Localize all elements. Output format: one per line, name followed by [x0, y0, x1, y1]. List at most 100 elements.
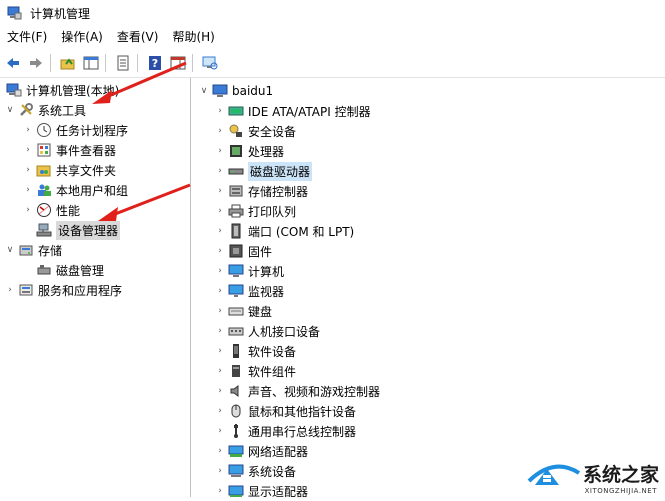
- computer-management-icon: [6, 83, 22, 97]
- chevron-right-icon[interactable]: ›: [214, 465, 226, 477]
- device-category-row[interactable]: › 网络适配器: [214, 441, 308, 461]
- performance-icon: [37, 203, 51, 217]
- tree-event-viewer[interactable]: › 事件查看器: [22, 140, 116, 160]
- chevron-down-icon[interactable]: ∨: [4, 104, 16, 116]
- computer-icon: [228, 264, 244, 277]
- chevron-right-icon[interactable]: ›: [22, 204, 34, 216]
- help-icon: ?: [149, 56, 161, 70]
- toolbar-separator: [50, 54, 51, 72]
- device-category-row[interactable]: › 存储控制器: [214, 181, 308, 201]
- menu-action[interactable]: 操作(A): [54, 26, 110, 48]
- chevron-right-icon[interactable]: ›: [214, 245, 226, 257]
- tree-shared-folders[interactable]: › 共享文件夹: [22, 160, 116, 180]
- device-category-label: 软件设备: [248, 344, 297, 359]
- chevron-right-icon[interactable]: ›: [214, 285, 226, 297]
- scan-hardware-button[interactable]: [200, 53, 220, 73]
- chevron-right-icon[interactable]: ›: [214, 165, 226, 177]
- device-category-row[interactable]: › 通用串行总线控制器: [214, 421, 356, 441]
- chevron-right-icon[interactable]: ›: [214, 225, 226, 237]
- chevron-down-icon[interactable]: ∨: [4, 244, 16, 256]
- folder-up-icon: [60, 58, 75, 70]
- device-root[interactable]: ∨ baidu1: [198, 81, 273, 101]
- printer-icon: [228, 204, 244, 218]
- device-category-label: 固件: [248, 244, 273, 259]
- device-category-row[interactable]: › 鼠标和其他指针设备: [214, 401, 356, 421]
- back-arrow-icon: [7, 58, 19, 68]
- chevron-right-icon[interactable]: ›: [22, 124, 34, 136]
- watermark-url: XITONGZHIJIA.NET: [584, 487, 657, 495]
- processor-icon: [230, 145, 242, 157]
- device-category-row[interactable]: › IDE ATA/ATAPI 控制器: [214, 101, 370, 121]
- device-category-row[interactable]: › 计算机: [214, 261, 284, 281]
- up-folder-button[interactable]: [58, 53, 78, 73]
- device-category-row[interactable]: › 磁盘驱动器: [214, 161, 313, 181]
- device-category-row[interactable]: › 监视器: [214, 281, 284, 301]
- console-tree-icon: [83, 56, 99, 70]
- chevron-right-icon[interactable]: ›: [214, 125, 226, 137]
- device-category-label: 声音、视频和游戏控制器: [248, 384, 381, 399]
- chevron-right-icon[interactable]: ›: [214, 145, 226, 157]
- action-pane-button[interactable]: [168, 53, 188, 73]
- tree-performance[interactable]: › 性能: [22, 200, 80, 220]
- properties-button[interactable]: [113, 53, 133, 73]
- keyboard-icon: [228, 307, 244, 316]
- menu-help[interactable]: 帮助(H): [165, 26, 221, 48]
- chevron-right-icon[interactable]: ›: [214, 485, 226, 497]
- back-button[interactable]: [3, 53, 23, 73]
- chevron-right-icon[interactable]: ›: [214, 185, 226, 197]
- device-category-row[interactable]: › 显示适配器: [214, 481, 308, 501]
- device-category-row[interactable]: › 软件组件: [214, 361, 296, 381]
- device-category-row[interactable]: › 固件: [214, 241, 272, 261]
- forward-arrow-icon: [30, 58, 42, 68]
- help-button[interactable]: ?: [145, 53, 165, 73]
- toolbar: ?: [0, 49, 665, 78]
- chevron-down-icon[interactable]: ∨: [198, 85, 210, 97]
- security-device-icon: [229, 124, 242, 137]
- device-category-label: 端口 (COM 和 LPT): [248, 224, 355, 239]
- usb-icon: [234, 424, 238, 438]
- services-icon: [19, 284, 33, 296]
- tree-local-users[interactable]: › 本地用户和组: [22, 180, 128, 200]
- chevron-right-icon[interactable]: ›: [214, 445, 226, 457]
- chevron-right-icon[interactable]: ›: [214, 325, 226, 337]
- chevron-right-icon[interactable]: ›: [214, 425, 226, 437]
- device-category-label: 软件组件: [248, 364, 297, 379]
- device-category-row[interactable]: › 处理器: [214, 141, 284, 161]
- device-category-row[interactable]: › 端口 (COM 和 LPT): [214, 221, 354, 241]
- device-category-row[interactable]: › 人机接口设备: [214, 321, 320, 341]
- chevron-right-icon[interactable]: ›: [22, 144, 34, 156]
- hid-icon: [228, 327, 244, 336]
- device-category-label: 磁盘驱动器: [248, 161, 313, 181]
- menu-file[interactable]: 文件(F): [0, 26, 54, 48]
- tree-storage[interactable]: ∨ 存储: [4, 240, 62, 260]
- device-category-row[interactable]: › 打印队列: [214, 201, 296, 221]
- chevron-right-icon[interactable]: ›: [214, 345, 226, 357]
- tree-disk-management[interactable]: 磁盘管理: [34, 260, 104, 280]
- device-category-row[interactable]: › 安全设备: [214, 121, 296, 141]
- menu-view[interactable]: 查看(V): [110, 26, 166, 48]
- device-category-row[interactable]: › 键盘: [214, 301, 272, 321]
- show-hide-tree-button[interactable]: [81, 53, 101, 73]
- chevron-right-icon[interactable]: ›: [214, 265, 226, 277]
- device-category-row[interactable]: › 软件设备: [214, 341, 296, 361]
- chevron-right-icon[interactable]: ›: [214, 405, 226, 417]
- chevron-right-icon[interactable]: ›: [214, 105, 226, 117]
- chevron-right-icon[interactable]: ›: [22, 184, 34, 196]
- chevron-right-icon[interactable]: ›: [214, 305, 226, 317]
- chevron-right-icon[interactable]: ›: [22, 164, 34, 176]
- chevron-right-icon[interactable]: ›: [214, 205, 226, 217]
- chevron-right-icon[interactable]: ›: [214, 365, 226, 377]
- tree-root[interactable]: 计算机管理(本地): [4, 80, 119, 100]
- window-title: 计算机管理: [30, 6, 91, 21]
- tree-system-tools[interactable]: ∨ 系统工具: [4, 100, 86, 120]
- tree-task-scheduler[interactable]: › 任务计划程序: [22, 120, 128, 140]
- device-category-label: 安全设备: [248, 124, 297, 139]
- menu-bar: 文件(F) 操作(A) 查看(V) 帮助(H): [0, 26, 665, 48]
- device-category-row[interactable]: › 系统设备: [214, 461, 296, 481]
- forward-button[interactable]: [26, 53, 46, 73]
- tree-device-manager[interactable]: 设备管理器: [34, 220, 121, 240]
- tree-services-apps[interactable]: › 服务和应用程序: [4, 280, 122, 300]
- device-category-row[interactable]: › 声音、视频和游戏控制器: [214, 381, 380, 401]
- chevron-right-icon[interactable]: ›: [214, 385, 226, 397]
- chevron-right-icon[interactable]: ›: [4, 284, 16, 296]
